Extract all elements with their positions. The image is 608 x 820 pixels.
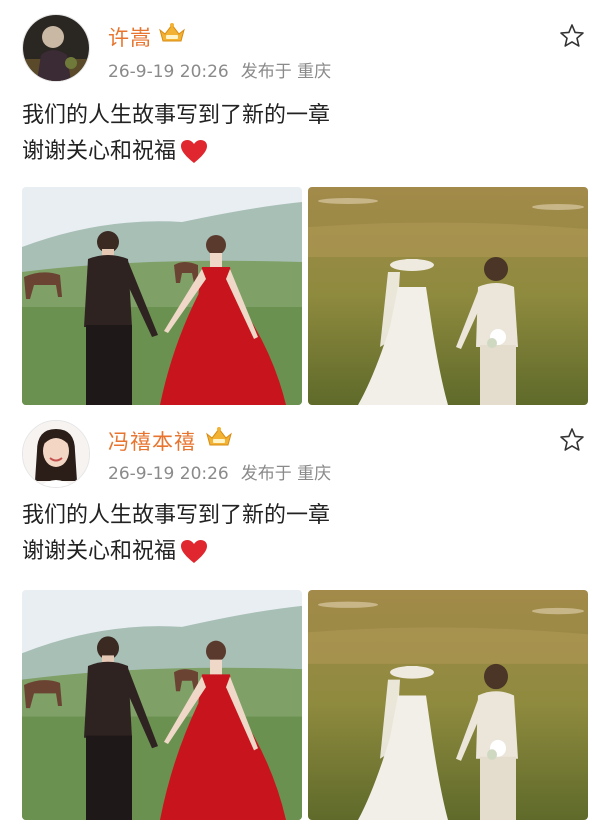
post-photo[interactable] xyxy=(22,590,302,820)
vip-crown-icon[interactable] xyxy=(205,426,233,448)
username[interactable]: 许嵩 xyxy=(108,22,152,52)
post-text-line: 我们的人生故事写到了新的一章 xyxy=(22,503,331,528)
post-text-line: 我们的人生故事写到了新的一章 xyxy=(22,103,331,128)
post-source: 发布于 重庆 xyxy=(240,464,332,484)
wedding-photo-red-dress xyxy=(22,187,302,405)
vip-crown-icon[interactable] xyxy=(158,22,186,44)
post-content: 我们的人生故事写到了新的一章 谢谢关心和祝福 xyxy=(22,98,330,170)
post-source: 发布于 重庆 xyxy=(240,62,332,82)
avatar-image xyxy=(23,15,89,81)
post-time: 26-9-19 20:26 xyxy=(108,62,229,82)
username[interactable]: 冯禧本禧 xyxy=(108,426,196,456)
wedding-photo-sunset xyxy=(308,590,588,820)
post-text-line: 谢谢关心和祝福 xyxy=(22,139,177,164)
post-text-line: 谢谢关心和祝福 xyxy=(22,539,177,564)
post-photo[interactable] xyxy=(308,187,588,405)
post-photo[interactable] xyxy=(22,187,302,405)
post-meta: 26-9-19 20:26 发布于 重庆 xyxy=(108,459,331,484)
wedding-photo-sunset xyxy=(308,187,588,405)
post-meta: 26-9-19 20:26 发布于 重庆 xyxy=(108,57,331,82)
star-icon[interactable] xyxy=(558,22,586,50)
avatar-image xyxy=(23,421,89,487)
avatar[interactable] xyxy=(22,420,90,488)
post-time: 26-9-19 20:26 xyxy=(108,464,229,484)
post-content: 我们的人生故事写到了新的一章 谢谢关心和祝福 xyxy=(22,498,330,570)
post-photo[interactable] xyxy=(308,590,588,820)
avatar[interactable] xyxy=(22,14,90,82)
star-icon[interactable] xyxy=(558,426,586,454)
heart-emoji-icon xyxy=(181,140,208,163)
heart-emoji-icon xyxy=(181,540,208,563)
wedding-photo-red-dress xyxy=(22,590,302,820)
